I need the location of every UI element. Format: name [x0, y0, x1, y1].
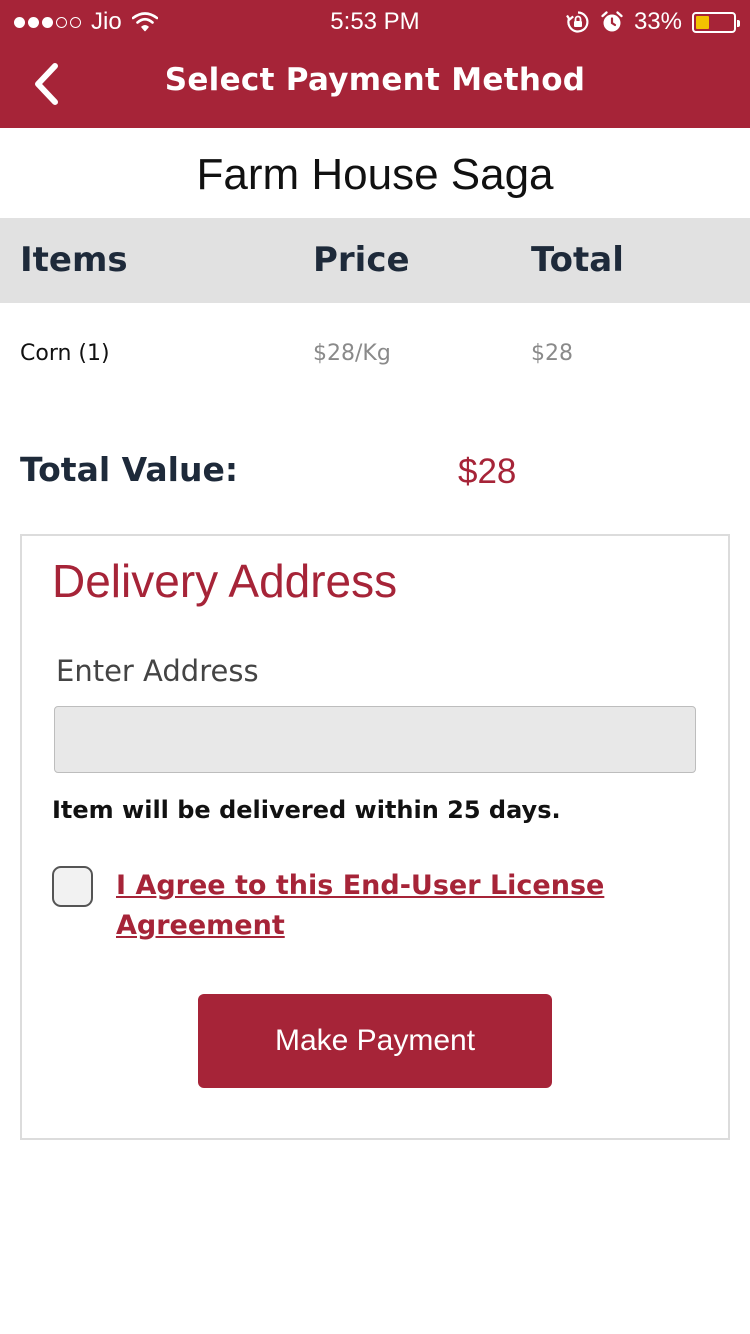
- address-label: Enter Address: [56, 654, 259, 688]
- item-name: Corn (1): [20, 341, 110, 366]
- navigation-bar: Select Payment Method: [0, 40, 750, 128]
- battery-icon: [692, 11, 740, 33]
- license-agreement-link[interactable]: I Agree to this End-User License Agreeme…: [116, 866, 656, 946]
- status-right: 33%: [566, 8, 740, 36]
- address-input[interactable]: [54, 706, 696, 773]
- total-value-label: Total Value:: [20, 450, 239, 489]
- alarm-icon: [600, 10, 624, 34]
- item-price: $28/Kg: [313, 341, 391, 366]
- app-screen: Jio 5:53 PM 33% Select Payment Method Fa…: [0, 0, 750, 1334]
- battery-percent: 33%: [633, 8, 682, 35]
- page-title: Select Payment Method: [164, 62, 586, 98]
- delivery-note: Item will be delivered within 25 days.: [52, 796, 561, 824]
- column-header-items: Items: [20, 240, 128, 280]
- delivery-address-card: Delivery Address Enter Address Item will…: [20, 534, 730, 1140]
- column-header-price: Price: [313, 240, 410, 280]
- delivery-address-title: Delivery Address: [52, 555, 398, 607]
- table-row: Corn (1) $28/Kg $28: [0, 325, 750, 385]
- make-payment-button[interactable]: Make Payment: [198, 994, 552, 1088]
- store-name: Farm House Saga: [196, 150, 554, 199]
- status-bar: Jio 5:53 PM 33%: [0, 0, 750, 40]
- column-header-total: Total: [531, 240, 624, 280]
- agree-checkbox[interactable]: [52, 866, 93, 907]
- top-bar: Jio 5:53 PM 33% Select Payment Method: [0, 0, 750, 128]
- orientation-lock-icon: [566, 10, 590, 34]
- item-total: $28: [531, 341, 573, 366]
- items-table-header: Items Price Total: [0, 218, 750, 303]
- total-value-amount: $28: [458, 452, 517, 491]
